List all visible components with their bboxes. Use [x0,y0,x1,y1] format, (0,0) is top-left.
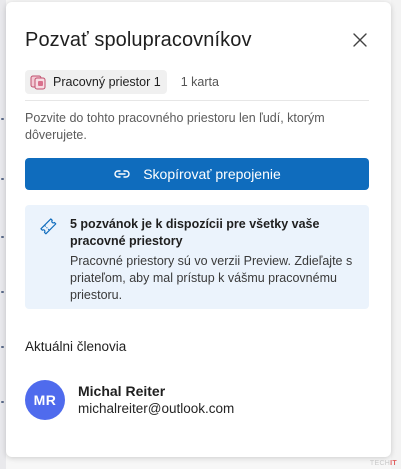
invite-description: Pozvite do tohto pracovného priestoru le… [25,111,325,142]
member-item: MR Michal Reiter michalreiter@outlook.co… [25,378,234,422]
invite-collaborators-dialog: Pozvať spolupracovníkov Pracovný priesto… [6,2,391,457]
background-marker [1,401,4,403]
copy-link-button[interactable]: Skopírovať prepojenie [25,158,369,190]
divider [25,100,369,101]
members-heading: Aktuálni členovia [25,339,127,354]
copy-link-label: Skopírovať prepojenie [143,166,281,182]
background-marker [1,346,4,348]
watermark-prefix: TECH [369,460,391,467]
watermark-suffix: IT [390,460,397,467]
close-icon [353,33,367,47]
workspace-icon [30,75,46,90]
info-title: 5 pozvánok je k dispozícii pre všetky va… [70,217,320,248]
workspace-info-row: Pracovný priestor 1 1 karta [25,69,219,95]
background-marker [1,118,4,120]
invitations-info-box: 5 pozvánok je k dispozícii pre všetky va… [25,205,369,309]
tab-count: 1 karta [180,75,219,89]
background-marker [1,291,4,293]
background-marker [1,236,4,238]
watermark: TECHIT [370,460,397,467]
dialog-title: Pozvať spolupracovníkov [25,29,252,51]
avatar: MR [25,380,65,420]
member-name: Michal Reiter [78,383,166,399]
member-email: michalreiter@outlook.com [78,401,235,416]
ticket-icon [40,218,57,235]
background-marker [1,178,4,180]
workspace-name: Pracovný priestor 1 [53,75,161,89]
link-icon [114,170,130,178]
member-details: Michal Reiter michalreiter@outlook.com [78,382,234,418]
info-body: Pracovné priestory sú vo verzii Preview.… [70,254,353,302]
workspace-chip: Pracovný priestor 1 [25,70,167,94]
background-right-edge [391,0,401,469]
close-button[interactable] [350,30,370,50]
